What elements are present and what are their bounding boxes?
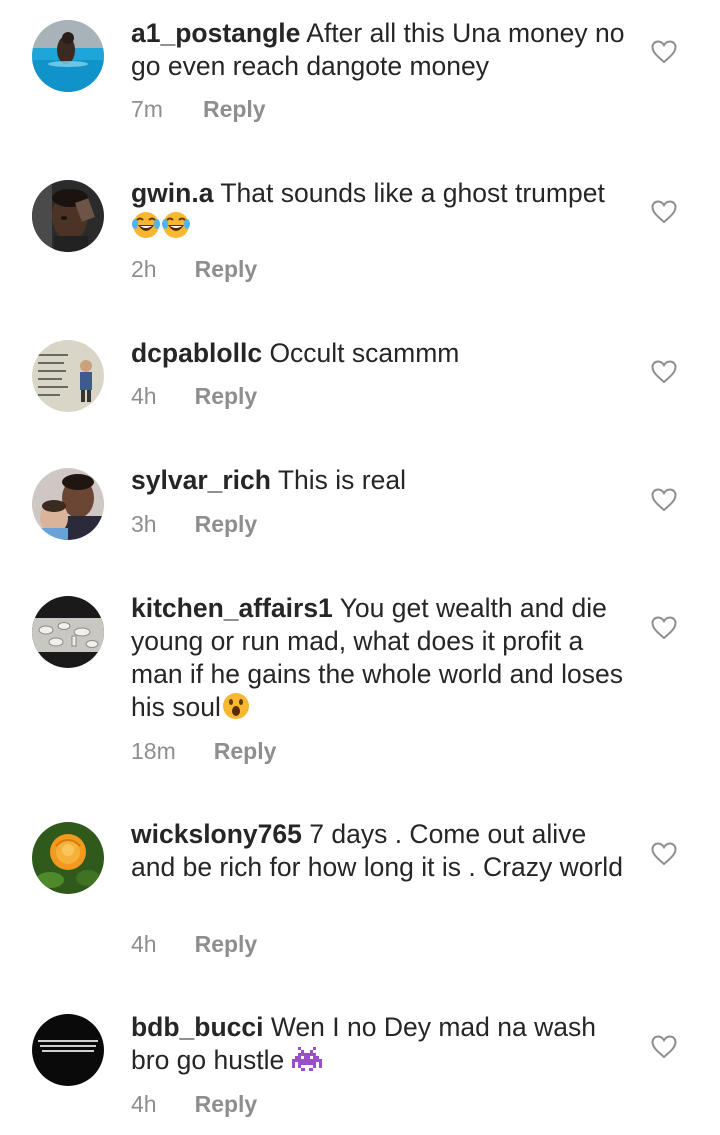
comment-timestamp: 4h [131,931,157,957]
avatar[interactable] [32,180,104,252]
avatar[interactable] [32,596,104,668]
comment-text: wickslony765 7 days . Come out alive and… [131,818,626,884]
black-text-avatar [32,1014,104,1086]
like-heart-icon[interactable] [651,842,677,866]
comment-timestamp: 4h [131,383,157,409]
comment-meta: 4h Reply [131,929,257,959]
dishes-avatar [32,596,104,668]
comment-username[interactable]: bdb_bucci [131,1012,264,1042]
comment-meta: 4h Reply [131,381,257,411]
comment-timestamp: 4h [131,1091,157,1117]
man-with-baby-avatar [32,468,104,540]
comment-timestamp: 2h [131,256,157,282]
like-heart-icon[interactable] [651,488,677,512]
face-with-tears-of-joy-icon [131,210,161,240]
comment-username[interactable]: dcpablollc [131,338,262,368]
comment-meta: 3h Reply [131,509,257,539]
like-heart-icon[interactable] [651,40,677,64]
avatar[interactable] [32,340,104,412]
comment-meta: 4h Reply [131,1089,257,1119]
avatar[interactable] [32,822,104,894]
like-heart-icon[interactable] [651,1035,677,1059]
reply-button[interactable]: Reply [195,381,258,411]
comment-text: kitchen_affairs1 You get wealth and die … [131,592,626,724]
comment-body: Occult scammm [269,338,460,368]
orange-rose-avatar [32,822,104,894]
person-in-pool-avatar [32,20,104,92]
reply-button[interactable]: Reply [203,94,266,124]
comment-meta: 18m Reply [131,736,276,766]
meme-text-avatar [32,340,104,412]
like-heart-icon[interactable] [651,616,677,640]
like-heart-icon[interactable] [651,200,677,224]
reply-button[interactable]: Reply [195,509,258,539]
comment-text: gwin.a That sounds like a ghost trumpet [131,177,626,243]
avatar[interactable] [32,20,104,92]
comment-text: a1_postangle After all this Una money no… [131,17,626,83]
comment-username[interactable]: a1_postangle [131,18,300,48]
reply-button[interactable]: Reply [195,254,258,284]
comment-text: bdb_bucci Wen I no Dey mad na wash bro g… [131,1011,626,1077]
avatar[interactable] [32,1014,104,1086]
like-heart-icon[interactable] [651,360,677,384]
reply-button[interactable]: Reply [195,929,258,959]
comment-timestamp: 3h [131,511,157,537]
comment-meta: 2h Reply [131,254,257,284]
reply-button[interactable]: Reply [195,1089,258,1119]
face-with-tears-of-joy-icon [161,210,191,240]
comment-username[interactable]: wickslony765 [131,819,302,849]
comment-text: sylvar_rich This is real [131,464,626,497]
comment-text: dcpablollc Occult scammm [131,337,626,370]
comment-timestamp: 18m [131,738,176,764]
alien-monster-icon [291,1044,322,1074]
comment-username[interactable]: gwin.a [131,178,213,208]
reply-button[interactable]: Reply [214,736,277,766]
face-with-open-mouth-icon [221,691,251,721]
man-portrait-avatar [32,180,104,252]
avatar[interactable] [32,468,104,540]
comment-body: This is real [277,465,406,495]
comment-username[interactable]: sylvar_rich [131,465,271,495]
comment-username[interactable]: kitchen_affairs1 [131,593,333,623]
comment-meta: 7m Reply [131,94,266,124]
comment-timestamp: 7m [131,96,163,122]
comment-body: That sounds like a ghost trumpet [220,178,605,208]
